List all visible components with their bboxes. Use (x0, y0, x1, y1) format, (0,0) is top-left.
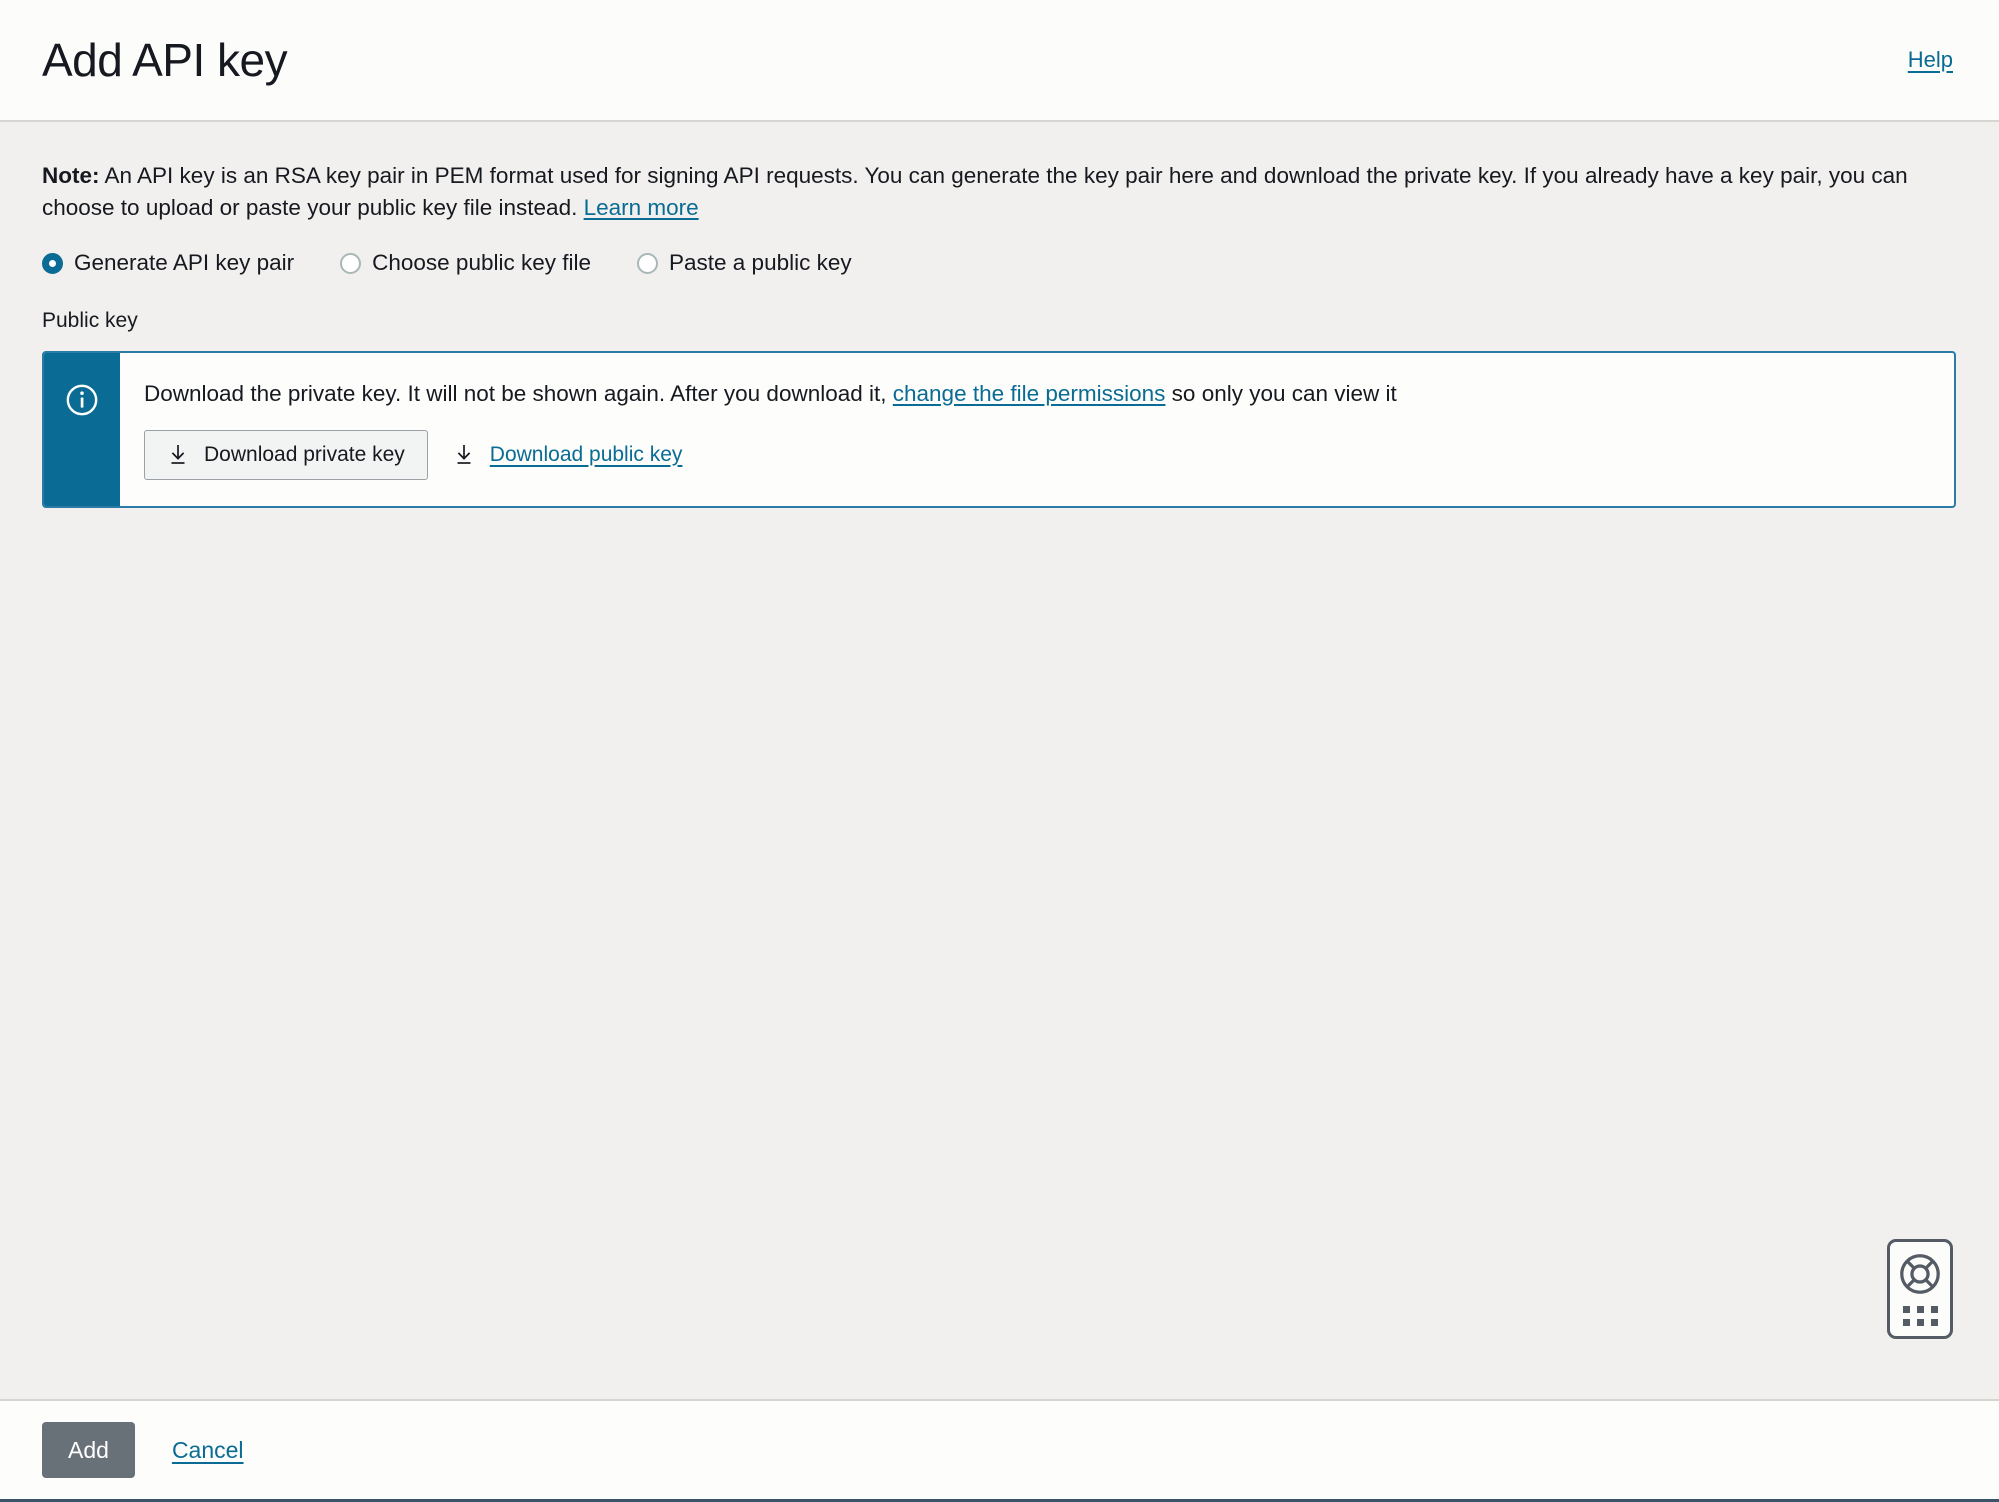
life-ring-icon (1900, 1254, 1940, 1294)
alert-text-before-link: Download the private key. It will not be… (144, 380, 893, 406)
add-api-key-page: Add API key Help Note: An API key is an … (0, 0, 1999, 1502)
alert-message: Download the private key. It will not be… (144, 380, 1954, 408)
help-panel-widget[interactable] (1887, 1239, 1953, 1339)
note-paragraph: Note: An API key is an RSA key pair in P… (42, 160, 1957, 224)
alert-content: Download the private key. It will not be… (120, 353, 1954, 506)
download-private-key-label: Download private key (204, 442, 405, 466)
download-public-key-label: Download public key (489, 442, 683, 466)
radio-dot-icon[interactable] (637, 252, 658, 274)
add-button[interactable]: Add (42, 1422, 135, 1478)
download-private-key-button[interactable]: Download private key (144, 429, 428, 480)
learn-more-link[interactable]: Learn more (584, 195, 699, 220)
page-footer: Add Cancel (0, 1399, 1999, 1499)
download-public-key-link[interactable]: Download public key (453, 442, 683, 467)
radio-option-generate-api-key-pair[interactable]: Generate API key pair (42, 250, 295, 275)
download-icon (457, 444, 471, 464)
radio-label: Choose public key file (372, 250, 591, 275)
radio-label: Paste a public key (669, 250, 852, 275)
alert-text-after-link: so only you can view it (1165, 380, 1397, 406)
key-source-radio-group: Generate API key pair Choose public key … (42, 250, 1957, 275)
change-file-permissions-link[interactable]: change the file permissions (893, 381, 1166, 406)
public-key-label: Public key (42, 308, 138, 332)
download-icon (171, 444, 185, 464)
radio-option-paste-a-public-key[interactable]: Paste a public key (637, 250, 852, 275)
page-title: Add API key (42, 34, 288, 86)
radio-dot-icon[interactable] (42, 252, 63, 274)
info-icon (66, 384, 98, 415)
info-alert: Download the private key. It will not be… (42, 350, 1956, 508)
note-bold-prefix: Note: (42, 163, 100, 188)
drag-handle-dots-icon[interactable] (1902, 1306, 1938, 1326)
page-header: Add API key Help (0, 0, 1999, 122)
radio-dot-icon[interactable] (340, 252, 362, 274)
page-body: Note: An API key is an RSA key pair in P… (0, 122, 1999, 1399)
cancel-link[interactable]: Cancel (172, 1437, 244, 1464)
note-text: An API key is an RSA key pair in PEM for… (42, 163, 1908, 220)
radio-option-choose-public-key-file[interactable]: Choose public key file (340, 250, 591, 275)
help-link[interactable]: Help (1908, 47, 1953, 73)
alert-accent-bar (44, 352, 120, 506)
radio-label: Generate API key pair (74, 250, 295, 275)
alert-actions: Download private key Download public key (144, 429, 1954, 480)
